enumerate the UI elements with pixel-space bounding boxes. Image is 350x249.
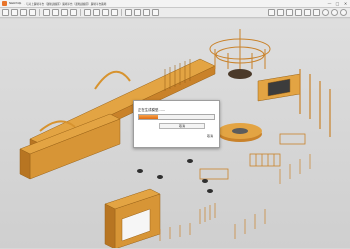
- climbing-box: [104, 188, 161, 249]
- warehouse-icon[interactable]: [322, 9, 329, 16]
- left-view-icon[interactable]: [313, 9, 320, 16]
- zoom-icon[interactable]: [152, 9, 159, 16]
- front-view-icon[interactable]: [286, 9, 293, 16]
- close-button[interactable]: ✕: [343, 1, 348, 6]
- carousel-structure: [209, 29, 271, 74]
- progress-bar: [138, 114, 215, 120]
- settings-icon[interactable]: [340, 9, 347, 16]
- foreground-fences: [159, 154, 311, 241]
- orbit-icon[interactable]: [134, 9, 141, 16]
- view-toolbar: [268, 9, 347, 16]
- progress-dialog: 正在生成模型…… 取消 取消: [133, 100, 220, 148]
- tire-swings: [137, 159, 213, 193]
- cancel-link[interactable]: 取消: [207, 134, 213, 138]
- progress-fill: [139, 115, 158, 119]
- sketchup-logo-icon: [2, 1, 7, 6]
- right-posts: [299, 69, 331, 137]
- document-path: · 与对上廣場平台（運動訓練区）廣場平台（運動訓練区）廣場平台廣場: [24, 2, 107, 6]
- extension-icon[interactable]: [331, 9, 338, 16]
- cancel-button[interactable]: 取消: [159, 123, 205, 129]
- text-icon[interactable]: [111, 9, 118, 16]
- right-view-icon[interactable]: [295, 9, 302, 16]
- rotate-icon[interactable]: [70, 9, 77, 16]
- offset-icon[interactable]: [93, 9, 100, 16]
- window-controls: — □ ✕: [327, 1, 348, 6]
- toolbar-separator: [121, 9, 122, 16]
- frame-panel: [257, 73, 301, 102]
- arc-icon[interactable]: [29, 9, 36, 16]
- pencil-icon[interactable]: [20, 9, 27, 16]
- model-viewport[interactable]: 正在生成模型…… 取消 取消: [0, 19, 350, 249]
- minimize-button[interactable]: —: [327, 1, 332, 6]
- center-platform: [218, 123, 262, 142]
- move-icon[interactable]: [61, 9, 68, 16]
- carousel-base: [228, 69, 252, 79]
- tape-icon[interactable]: [102, 9, 109, 16]
- back-view-icon[interactable]: [304, 9, 311, 16]
- iso-view-icon[interactable]: [268, 9, 275, 16]
- app-name: SketchUp: [9, 2, 22, 5]
- toolbar-separator: [39, 9, 40, 16]
- top-view-icon[interactable]: [277, 9, 284, 16]
- dialog-title: 正在生成模型……: [138, 108, 166, 112]
- rectangle-icon[interactable]: [43, 9, 50, 16]
- title-bar: SketchUp · 与对上廣場平台（運動訓練区）廣場平台（運動訓練区）廣場平台…: [0, 0, 350, 8]
- pan-icon[interactable]: [143, 9, 150, 16]
- eraser-icon[interactable]: [11, 9, 18, 16]
- push-pull-icon[interactable]: [52, 9, 59, 16]
- paint-icon[interactable]: [125, 9, 132, 16]
- scale-icon[interactable]: [84, 9, 91, 16]
- select-icon[interactable]: [2, 9, 9, 16]
- toolbar-separator: [80, 9, 81, 16]
- maximize-button[interactable]: □: [335, 1, 340, 6]
- main-toolbar: [0, 8, 350, 18]
